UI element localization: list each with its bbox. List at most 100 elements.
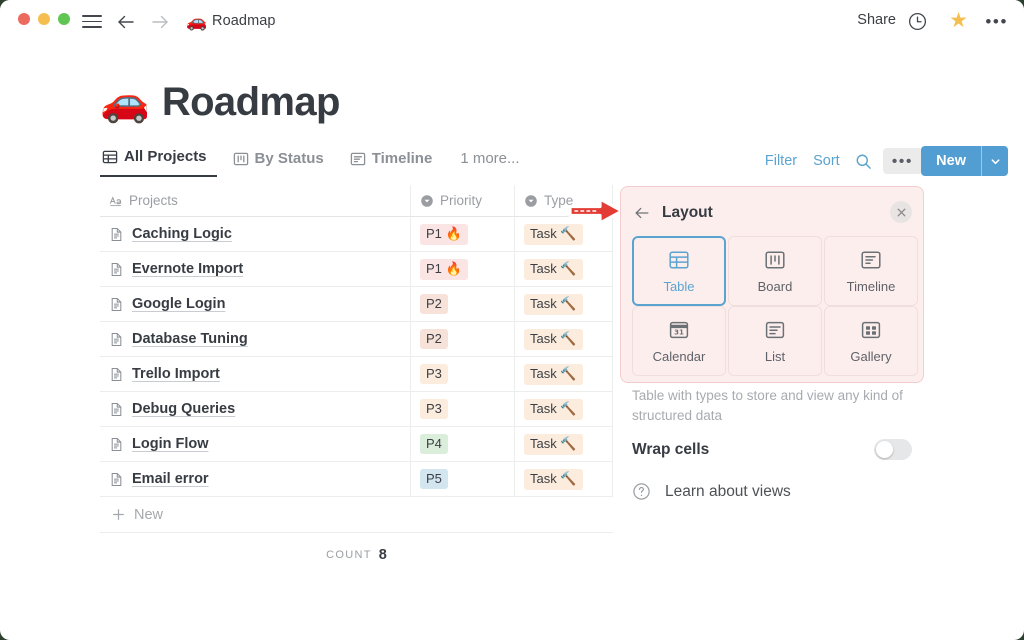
tab-by-status[interactable]: By Status: [231, 150, 334, 177]
project-name: Google Login: [132, 296, 225, 312]
layout-option-label: Gallery: [850, 349, 891, 364]
column-header-projects[interactable]: Projects: [100, 185, 411, 216]
add-new-row-button[interactable]: New: [100, 497, 613, 533]
cell-project[interactable]: Trello Import: [100, 357, 411, 391]
cell-project[interactable]: Database Tuning: [100, 322, 411, 356]
ellipsis-icon[interactable]: •••: [985, 12, 1008, 32]
cell-type[interactable]: Task 🔨: [515, 427, 613, 461]
layout-option-gallery[interactable]: Gallery: [824, 306, 918, 376]
cell-project[interactable]: Evernote Import: [100, 252, 411, 286]
tab-timeline[interactable]: Timeline: [348, 150, 443, 177]
table-row[interactable]: Debug Queries P3 Task 🔨: [100, 392, 613, 427]
cell-priority[interactable]: P1 🔥: [411, 217, 515, 251]
type-badge: Task 🔨: [524, 294, 583, 315]
cell-project[interactable]: Caching Logic: [100, 217, 411, 251]
select-type-icon: [524, 194, 538, 208]
cell-type[interactable]: Task 🔨: [515, 217, 613, 251]
back-arrow-icon[interactable]: [632, 203, 652, 223]
view-toolbar: Filter Sort •••: [757, 148, 922, 174]
priority-badge: P3: [420, 399, 448, 419]
forward-arrow-icon[interactable]: [148, 10, 172, 34]
cell-project[interactable]: Email error: [100, 462, 411, 496]
table-row[interactable]: Caching LogicP1 🔥Task 🔨: [100, 217, 613, 252]
cell-type[interactable]: Task 🔨: [515, 392, 613, 426]
cell-type[interactable]: Task 🔨: [515, 322, 613, 356]
project-name: Database Tuning: [132, 331, 248, 347]
hamburger-menu-icon[interactable]: [82, 12, 102, 32]
star-icon[interactable]: ★: [949, 9, 968, 33]
wrap-cells-row: Wrap cells: [632, 439, 912, 460]
column-header-priority[interactable]: Priority: [411, 185, 515, 216]
timeline-view-icon: [350, 151, 366, 167]
cell-type[interactable]: Task 🔨: [515, 252, 613, 286]
table-layout-icon: [668, 249, 690, 271]
page-document-icon: [109, 332, 124, 347]
share-button[interactable]: Share: [857, 12, 896, 28]
learn-about-views-link[interactable]: Learn about views: [632, 482, 791, 501]
cell-priority[interactable]: P1 🔥: [411, 252, 515, 286]
page-title[interactable]: Roadmap: [162, 80, 340, 125]
column-header-type[interactable]: Type: [515, 185, 613, 216]
priority-badge: P2: [420, 329, 448, 349]
cell-priority[interactable]: P3: [411, 357, 515, 391]
svg-text:31: 31: [674, 328, 684, 336]
layout-option-timeline[interactable]: Timeline: [824, 236, 918, 306]
tab-label: Timeline: [372, 150, 433, 167]
new-button[interactable]: New: [921, 146, 981, 176]
close-icon[interactable]: [890, 201, 912, 223]
page-emoji[interactable]: 🚗: [100, 76, 150, 128]
board-layout-icon: [764, 249, 786, 271]
cell-type[interactable]: Task 🔨: [515, 357, 613, 391]
maximize-window-button[interactable]: [58, 13, 70, 25]
cell-priority[interactable]: P4: [411, 427, 515, 461]
layout-option-list[interactable]: List: [728, 306, 822, 376]
layout-option-label: List: [765, 349, 785, 364]
table-row[interactable]: Evernote Import P1 🔥 Task 🔨: [100, 252, 613, 287]
view-tabs: All Projects By Status Timeline 1 more..…: [100, 148, 520, 177]
filter-button[interactable]: Filter: [757, 149, 805, 173]
sort-button[interactable]: Sort: [805, 149, 848, 173]
wrap-cells-toggle[interactable]: [874, 439, 912, 460]
column-header-label: Priority: [440, 193, 482, 208]
layout-description: Table with types to store and view any k…: [632, 386, 916, 426]
tabs-more-button[interactable]: 1 more...: [460, 150, 519, 177]
cell-project[interactable]: Debug Queries: [100, 392, 411, 426]
table-row[interactable]: Login FlowP4Task 🔨: [100, 427, 613, 462]
layout-option-label: Board: [758, 279, 793, 294]
layout-option-calendar[interactable]: 31 Calendar: [632, 306, 726, 376]
table-row[interactable]: Trello Import P3 Task 🔨: [100, 357, 613, 392]
select-type-icon: [420, 194, 434, 208]
view-options-button[interactable]: •••: [883, 148, 922, 174]
cell-priority[interactable]: P3: [411, 392, 515, 426]
chevron-down-icon[interactable]: [981, 146, 1008, 176]
search-icon[interactable]: [848, 149, 879, 174]
timeline-layout-icon: [860, 249, 882, 271]
gallery-layout-icon: [860, 319, 882, 341]
cell-project[interactable]: Login Flow: [100, 427, 411, 461]
tab-all-projects[interactable]: All Projects: [100, 148, 217, 177]
count-footer[interactable]: COUNT 8: [100, 533, 613, 577]
cell-type[interactable]: Task 🔨: [515, 287, 613, 321]
layout-option-table[interactable]: Table: [632, 236, 726, 306]
project-name: Trello Import: [132, 366, 220, 382]
cell-priority[interactable]: P2: [411, 322, 515, 356]
back-arrow-icon[interactable]: [114, 10, 138, 34]
close-window-button[interactable]: [18, 13, 30, 25]
table-header-row: Projects Priority Type: [100, 185, 613, 217]
layout-panel-header: Layout: [620, 196, 924, 230]
layout-option-board[interactable]: Board: [728, 236, 822, 306]
table-row[interactable]: Google Login P2 Task 🔨: [100, 287, 613, 322]
count-label: COUNT: [326, 549, 372, 561]
priority-badge: P3: [420, 364, 448, 384]
cell-project[interactable]: Google Login: [100, 287, 411, 321]
priority-badge: P1 🔥: [420, 259, 468, 280]
question-circle-icon: [632, 482, 651, 501]
table-row[interactable]: Database Tuning P2 Task 🔨: [100, 322, 613, 357]
priority-badge: P2: [420, 294, 448, 314]
clock-icon[interactable]: [907, 11, 928, 37]
minimize-window-button[interactable]: [38, 13, 50, 25]
cell-type[interactable]: Task 🔨: [515, 462, 613, 496]
table-row[interactable]: Email errorP5Task 🔨: [100, 462, 613, 497]
cell-priority[interactable]: P5: [411, 462, 515, 496]
cell-priority[interactable]: P2: [411, 287, 515, 321]
